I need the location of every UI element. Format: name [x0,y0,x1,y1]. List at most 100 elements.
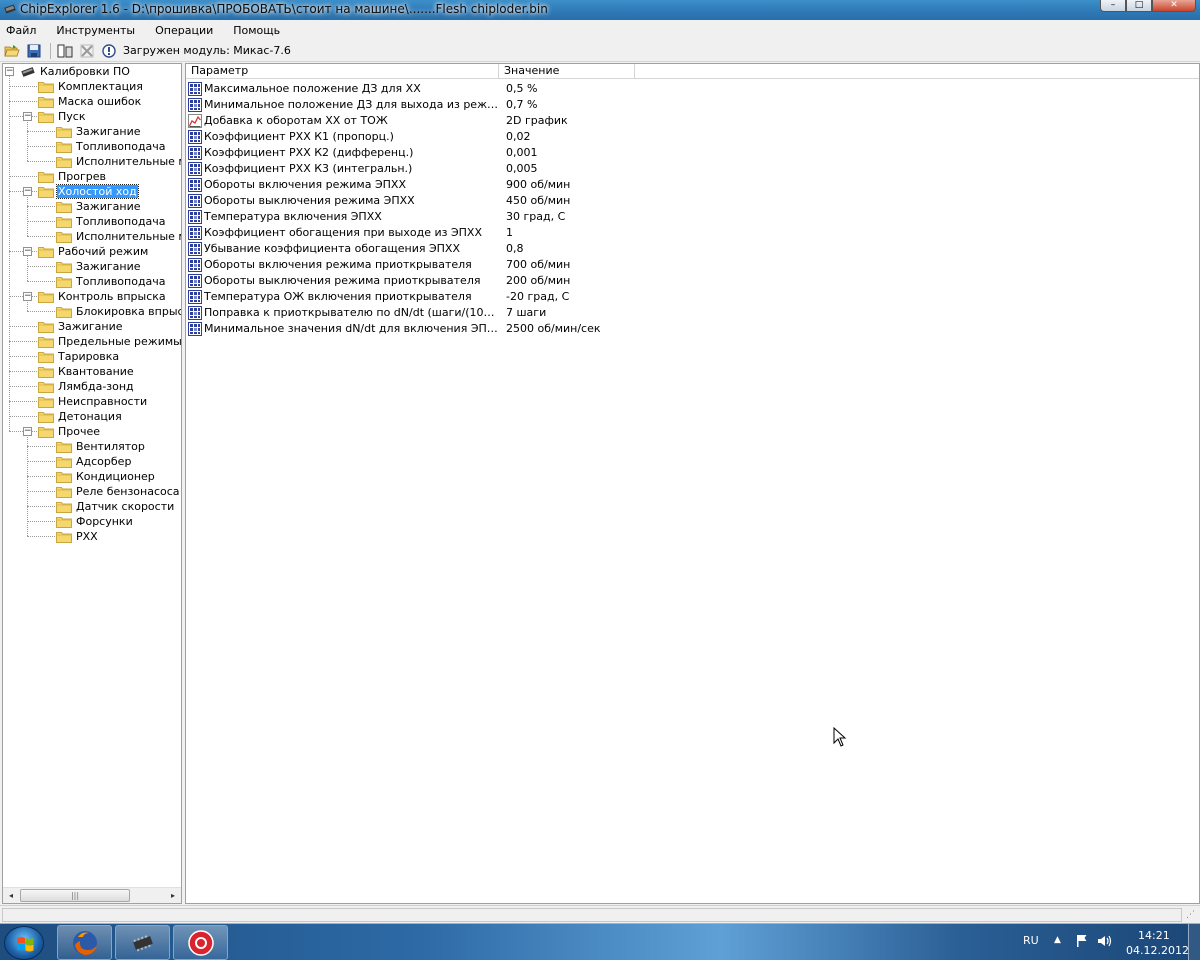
parameter-value[interactable]: 2D график [506,114,568,127]
table-row[interactable]: Обороты включения режима приоткрывателя 7… [186,257,986,273]
tree-node[interactable]: Прочее [38,424,101,439]
taskbar-firefox[interactable] [57,925,112,960]
save-button[interactable] [24,42,44,60]
compare-button[interactable] [55,42,75,60]
table-row[interactable]: Максимальное положение ДЗ для ХХ 0,5 % [186,81,986,97]
parameter-value[interactable]: -20 град, С [506,290,569,303]
action-center-flag-icon[interactable] [1074,933,1090,949]
tree-node[interactable]: Топливоподача [56,274,167,289]
tree-node[interactable]: Исполнительные механизмы [56,229,181,244]
close-button[interactable]: ✕ [1152,0,1196,12]
table-row[interactable]: Минимальное положение ДЗ для выхода из р… [186,97,986,113]
open-button[interactable] [2,42,22,60]
tree-node[interactable]: Контроль впрыска [38,289,167,304]
tree-collapse-toggle[interactable]: − [23,112,32,121]
scroll-left-icon[interactable]: ◂ [3,888,19,903]
parameter-value[interactable]: 7 шаги [506,306,546,319]
tree-node[interactable]: Лямбда-зонд [38,379,135,394]
show-desktop-button[interactable] [1188,924,1200,960]
menu-tools[interactable]: Инструменты [56,24,135,37]
scroll-right-icon[interactable]: ▸ [165,888,181,903]
menu-operations[interactable]: Операции [155,24,213,37]
tree-node[interactable]: Рабочий режим [38,244,149,259]
tree-node[interactable]: Тарировка [38,349,120,364]
start-button[interactable] [4,926,44,960]
table-row[interactable]: Добавка к оборотам ХХ от ТОЖ 2D график [186,113,986,129]
tree-node[interactable]: РХХ [56,529,99,544]
tree-node[interactable]: Блокировка впрыска [56,304,181,319]
tree-node[interactable]: Датчик скорости [56,499,175,514]
tree-node[interactable]: Форсунки [56,514,134,529]
tree-node[interactable]: Топливоподача [56,139,167,154]
parameter-value[interactable]: 2500 об/мин/сек [506,322,601,335]
parameter-value[interactable]: 200 об/мин [506,274,570,287]
tree-node[interactable]: Реле бензонасоса [56,484,181,499]
parameter-value[interactable]: 900 об/мин [506,178,570,191]
tree-node[interactable]: Маска ошибок [38,94,142,109]
parameter-value[interactable]: 0,02 [506,130,531,143]
module-info-button[interactable] [99,42,119,60]
language-indicator[interactable]: RU [1023,934,1039,947]
tree-collapse-toggle[interactable]: − [23,247,32,256]
table-row[interactable]: Обороты включения режима ЭПХХ 900 об/мин [186,177,986,193]
table-row[interactable]: Обороты выключения режима приоткрывателя… [186,273,986,289]
table-row[interactable]: Температура ОЖ включения приоткрывателя -… [186,289,986,305]
menu-file[interactable]: Файл [6,24,36,37]
parameter-value[interactable]: 700 об/мин [506,258,570,271]
tree-node[interactable]: Неисправности [38,394,148,409]
tree-node[interactable]: Квантование [38,364,135,379]
parameter-value[interactable]: 1 [506,226,513,239]
parameter-value[interactable]: 0,5 % [506,82,537,95]
clock-date[interactable]: 04.12.2012 [1126,944,1189,957]
scroll-thumb[interactable]: ||| [20,889,130,902]
tree-node[interactable]: Комплектация [38,79,144,94]
volume-icon[interactable] [1096,933,1112,949]
tree-node[interactable]: Зажигание [38,319,123,334]
tree-node[interactable]: Вентилятор [56,439,146,454]
tree-node[interactable]: Пуск [38,109,86,124]
minimize-button[interactable]: – [1100,0,1126,12]
tree-horizontal-scrollbar[interactable]: ◂ ||| ▸ [3,887,181,903]
tree-collapse-toggle[interactable]: − [23,292,32,301]
table-row[interactable]: Коэффициент РХХ К3 (интегральн.) 0,005 [186,161,986,177]
table-row[interactable]: Температура включения ЭПХХ 30 град, С [186,209,986,225]
column-header-parameter[interactable]: Параметр [186,64,499,79]
disabled-tool-button[interactable] [77,42,97,60]
tree-node[interactable]: Холостой ход [38,184,139,199]
taskbar-record-app[interactable] [173,925,228,960]
parameter-value[interactable]: 0,8 [506,242,524,255]
tree-node[interactable]: Предельные режимы (вкл [38,334,181,349]
table-row[interactable]: Убывание коэффициента обогащения ЭПХХ 0,8 [186,241,986,257]
show-hidden-icons-icon[interactable]: ▲ [1054,935,1061,945]
maximize-button[interactable]: □ [1126,0,1152,12]
tree-node[interactable]: Прогрев [38,169,107,184]
tree-node[interactable]: Детонация [38,409,123,424]
tree-collapse-toggle[interactable]: − [5,67,14,76]
tree-node[interactable]: Адсорбер [56,454,132,469]
table-row[interactable]: Обороты выключения режима ЭПХХ 450 об/мин [186,193,986,209]
calibration-tree[interactable]: Калибровки ПО Комплектация Маска ошибок Пус… [2,63,182,904]
parameter-value[interactable]: 450 об/мин [506,194,570,207]
tree-collapse-toggle[interactable]: − [23,427,32,436]
tree-collapse-toggle[interactable]: − [23,187,32,196]
tree-node[interactable]: Исполнительные механизмы [56,154,181,169]
clock-time[interactable]: 14:21 [1138,929,1170,942]
resize-grip-icon[interactable]: ⋰ [1186,910,1198,922]
parameter-value[interactable]: 30 град, С [506,210,565,223]
table-row[interactable]: Коэффициент РХХ К2 (дифференц.) 0,001 [186,145,986,161]
menu-help[interactable]: Помощь [233,24,280,37]
tree-node[interactable]: Зажигание [56,199,141,214]
tree-node[interactable]: Зажигание [56,259,141,274]
table-row[interactable]: Минимальное значения dN/dt для включения… [186,321,986,337]
table-row[interactable]: Коэффициент РХХ К1 (пропорц.) 0,02 [186,129,986,145]
taskbar-chipexplorer[interactable] [115,925,170,960]
table-row[interactable]: Коэффициент обогащения при выходе из ЭПХ… [186,225,986,241]
parameter-value[interactable]: 0,005 [506,162,538,175]
tree-node[interactable]: Кондиционер [56,469,156,484]
table-row[interactable]: Поправка к приоткрывателю по dN/dt (шаги… [186,305,986,321]
tree-node[interactable]: Зажигание [56,124,141,139]
parameter-value[interactable]: 0,7 % [506,98,537,111]
column-header-value[interactable]: Значение [499,64,635,79]
tree-node[interactable]: Топливоподача [56,214,167,229]
tree-node[interactable]: Калибровки ПО [20,64,131,79]
